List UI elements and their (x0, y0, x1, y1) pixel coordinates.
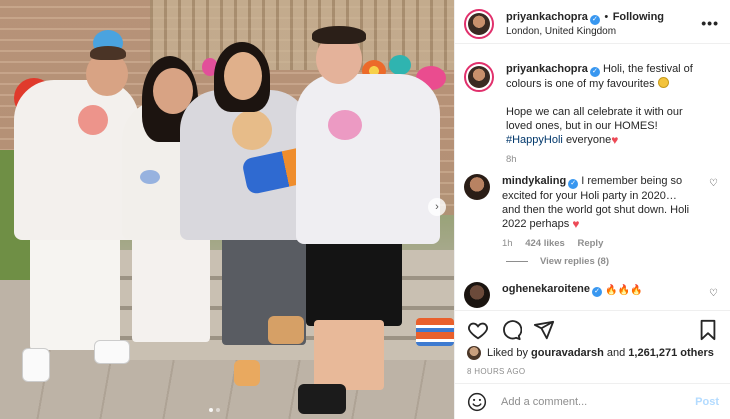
person-hair (90, 46, 126, 60)
verified-badge-icon: ✓ (568, 179, 579, 189)
person-torso (296, 74, 440, 244)
comment-likes[interactable]: 424 likes (525, 238, 565, 249)
likes-prefix: Liked by (487, 347, 528, 359)
like-comment-heart-icon[interactable]: ♡ (709, 288, 718, 299)
fire-emoji-icon: 🔥🔥🔥 (605, 285, 643, 296)
comment-username[interactable]: oghenekaroitene (502, 283, 590, 295)
caption: priyankachopra ✓ Holi, the festival of co… (464, 62, 726, 167)
following-button[interactable]: Following (613, 11, 664, 23)
view-replies-label: View replies (8) (540, 256, 609, 267)
person-shorts (306, 230, 402, 326)
hashtag-link[interactable]: #HappyHoli (506, 134, 563, 146)
likes-summary[interactable]: Liked by gouravadarsh and 1,261,271 othe… (467, 346, 714, 360)
comments-list[interactable]: priyankachopra ✓ Holi, the festival of co… (455, 56, 730, 310)
person-legs (314, 320, 384, 390)
slip-on-shoe (298, 384, 346, 414)
balloon-teal (389, 55, 411, 75)
color-splash (78, 105, 108, 135)
bookmark-icon[interactable] (697, 319, 719, 341)
heart-icon[interactable] (467, 319, 489, 341)
person-head (224, 52, 262, 100)
caption-time[interactable]: 8h (506, 154, 517, 165)
avatar[interactable] (464, 282, 490, 308)
reply-button[interactable]: Reply (577, 238, 603, 249)
separator-dot: • (604, 11, 609, 23)
liker-username[interactable]: gouravadarsh (531, 347, 604, 359)
verified-badge-icon: ✓ (589, 15, 600, 25)
caption-text-3: everyone (565, 134, 612, 146)
sandal (268, 316, 304, 344)
color-splash (328, 110, 362, 140)
comment-item: mindykaling ✓ I remember being so excited… (464, 174, 726, 251)
smiling-face-emoji-icon (657, 77, 669, 88)
verified-badge-icon: ✓ (589, 67, 600, 77)
color-splash (140, 170, 160, 184)
comment-username[interactable]: mindykaling (502, 175, 566, 187)
post-button[interactable]: Post (695, 396, 719, 408)
next-slide-button[interactable]: › (428, 198, 446, 216)
post-timestamp[interactable]: 8 HOURS AGO (467, 367, 525, 376)
carousel-dot (216, 408, 220, 412)
sandal (234, 360, 260, 386)
heart-emoji-icon: ♥ (572, 217, 580, 231)
comment-icon[interactable] (500, 319, 522, 341)
sneaker (94, 340, 130, 364)
like-comment-heart-icon[interactable]: ♡ (709, 178, 718, 189)
avatar[interactable] (464, 62, 494, 92)
smiley-icon[interactable] (467, 392, 487, 412)
carousel-dot (209, 408, 213, 412)
sneaker (22, 348, 50, 382)
person-legs (30, 230, 120, 350)
comment-item: oghenekaroitene ✓ 🔥🔥🔥 ♡ (464, 282, 726, 308)
more-horizontal-icon[interactable]: ••• (701, 15, 719, 31)
post-header: priyankachopra ✓ • Following London, Unit… (455, 0, 730, 44)
person-torso (14, 80, 139, 240)
towel-stack (416, 318, 454, 346)
likes-conj: and (606, 347, 626, 359)
liker-avatar (467, 346, 481, 360)
view-replies-button[interactable]: View replies (8) (506, 256, 609, 267)
replies-divider (506, 261, 528, 262)
author-username[interactable]: priyankachopra (506, 11, 588, 23)
verified-badge-icon: ✓ (592, 287, 603, 297)
add-comment-bar: Add a comment... Post (455, 383, 730, 419)
post-photo[interactable]: › (0, 0, 454, 419)
avatar[interactable] (464, 9, 494, 39)
comment-time[interactable]: 1h (502, 238, 513, 249)
person-legs (132, 230, 210, 342)
post-sidebar: priyankachopra ✓ • Following London, Unit… (454, 0, 730, 419)
send-icon[interactable] (533, 319, 555, 341)
caption-username[interactable]: priyankachopra (506, 63, 588, 75)
post-actions: Liked by gouravadarsh and 1,261,271 othe… (455, 310, 730, 418)
comment-input[interactable]: Add a comment... (501, 396, 695, 408)
person-hair (312, 26, 366, 44)
heart-emoji-icon: ♥ (611, 133, 619, 147)
color-splash (232, 110, 272, 150)
location-link[interactable]: London, United Kingdom (506, 25, 664, 38)
caption-text-2: Hope we can all celebrate it with our lo… (506, 106, 683, 132)
avatar[interactable] (464, 174, 490, 200)
likes-others[interactable]: 1,261,271 others (628, 347, 714, 359)
